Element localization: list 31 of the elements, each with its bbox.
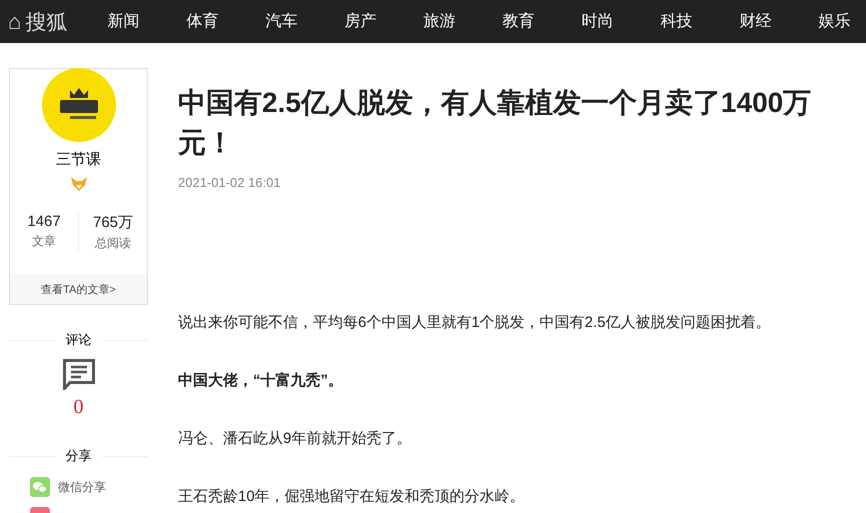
fox-badge-icon	[70, 177, 86, 191]
nav-link[interactable]: 财经	[739, 11, 818, 32]
share-option[interactable]: 微信分享	[58, 478, 106, 496]
stat-label: 总阅读	[95, 235, 131, 252]
section-title: 评论	[66, 331, 92, 349]
nav-link[interactable]: 房产	[344, 11, 424, 32]
subheading: 中国大佬，“十富九秃”。	[178, 371, 344, 391]
author-name[interactable]: 三节课	[56, 150, 101, 169]
nav-link[interactable]: 教育	[502, 11, 582, 32]
site-logo[interactable]: 搜狐	[25, 8, 68, 36]
comment-count: 0	[72, 396, 84, 419]
paragraph: 说出来你可能不信，平均每6个中国人里就有1个脱发，中国有2.5亿人被脱发问题困扰着。	[178, 313, 772, 333]
nav-link[interactable]: 时尚	[581, 11, 660, 32]
nav-link[interactable]: 科技	[660, 11, 740, 32]
avatar[interactable]	[42, 68, 116, 142]
nav-link[interactable]: 旅游	[423, 11, 502, 32]
section-title: 分享	[66, 447, 92, 465]
nav-link[interactable]: 新闻	[107, 11, 186, 32]
home-icon[interactable]: ⌂	[8, 8, 22, 34]
stat-value: 765万	[92, 213, 134, 232]
article-title: 中国有2.5亿人脱发，有人靠植发一个月卖了1400万元！	[178, 86, 812, 160]
nav-link[interactable]: 娱乐	[818, 11, 866, 32]
paragraph: 王石秃龄10年，倔强地留守在短发和秃顶的分水岭。	[178, 487, 526, 507]
stat-label: 文章	[32, 233, 56, 250]
stat-value: 1467	[27, 213, 61, 230]
nav-link[interactable]: 体育	[186, 11, 266, 32]
paragraph: 冯仑、潘石屹从9年前就开始秃了。	[178, 429, 412, 449]
publish-date: 2021-01-02 16:01	[178, 175, 281, 190]
author-articles-link[interactable]: 查看TA的文章>	[10, 274, 147, 304]
nav-link[interactable]: 汽车	[265, 11, 344, 32]
comment-icon[interactable]	[62, 359, 94, 390]
